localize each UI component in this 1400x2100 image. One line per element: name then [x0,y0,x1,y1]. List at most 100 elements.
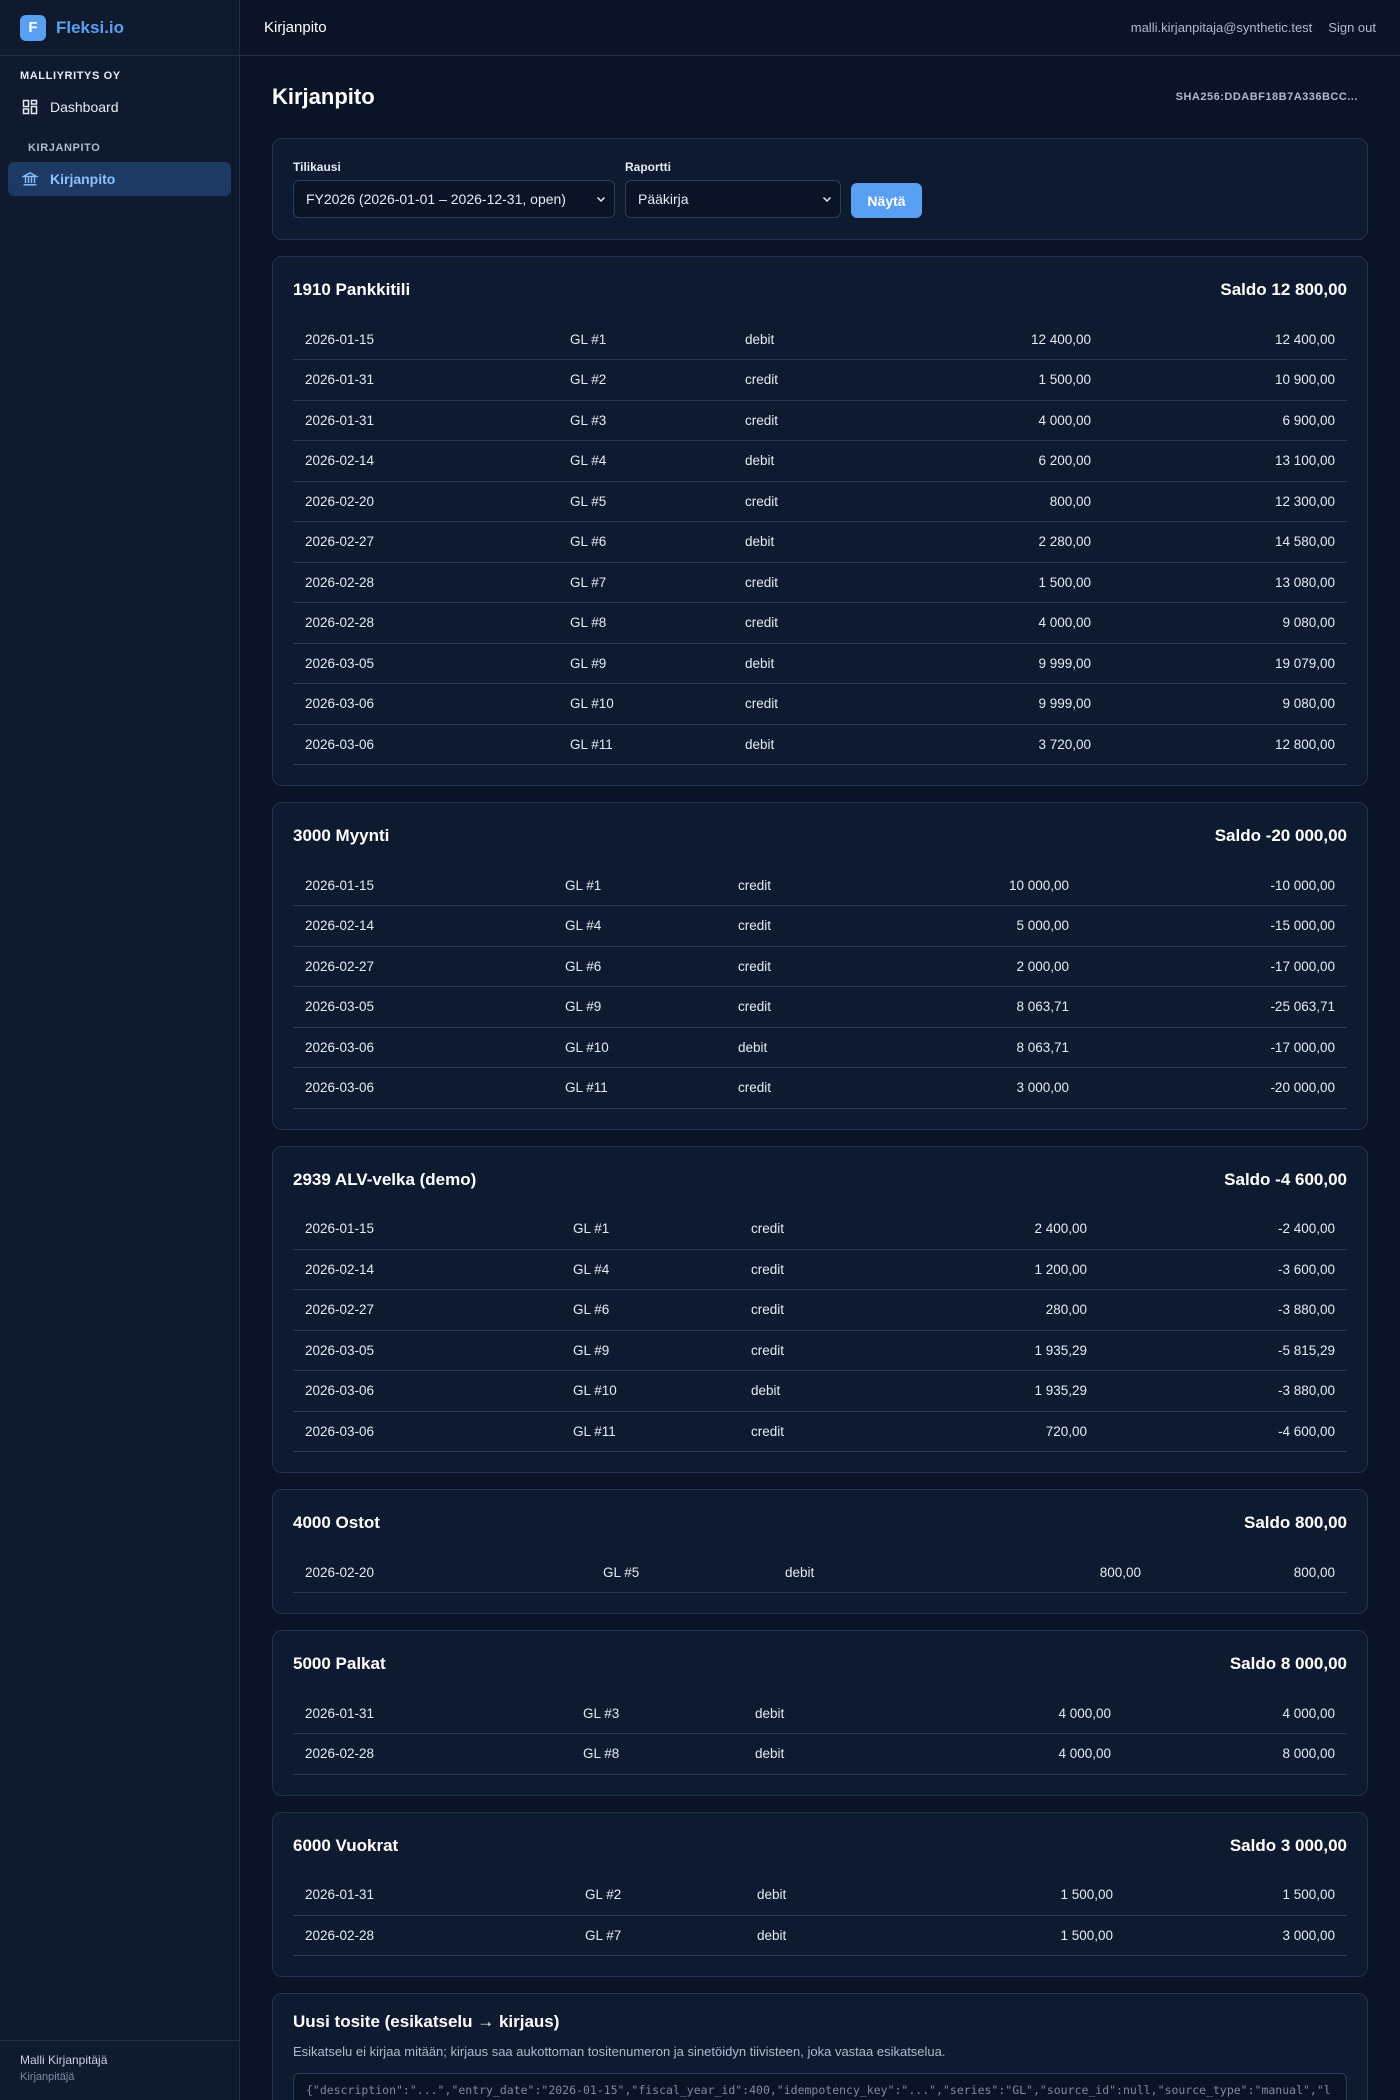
voucher-number[interactable]: GL #9 [561,1330,739,1371]
voucher-number[interactable]: GL #2 [573,1874,745,1916]
entry-side: credit [739,1330,899,1371]
table-row: 2026-02-27 GL #6 debit 2 280,00 14 580,00 [293,521,1347,563]
account-saldo: Saldo 800,00 [1243,1513,1347,1532]
sidebar-item-label: Kirjanpito [50,171,116,187]
voucher-number[interactable]: GL #11 [558,724,733,765]
period-label: Tilikausi [293,160,341,174]
entry-side: debit [733,440,893,482]
running-balance: 9 080,00 [1103,602,1347,644]
nav-section-kirjanpito: KIRJANPITO [28,142,101,154]
voucher-number[interactable]: GL #8 [558,602,733,644]
voucher-number[interactable]: GL #3 [571,1693,743,1734]
voucher-number[interactable]: GL #11 [553,1067,726,1109]
entry-amount: 10 000,00 [881,865,1081,906]
voucher-number[interactable]: GL #4 [558,440,733,482]
ledger-accounts: 1910 Pankkitili Saldo 12 800,00 2026-01-15… [272,256,1368,1977]
voucher-number[interactable]: GL #4 [553,905,726,947]
account-card: 4000 Ostot Saldo 800,00 2026-02-20 GL #5 deb… [272,1489,1368,1614]
sidebar-item-kirjanpito[interactable]: Kirjanpito [8,162,231,196]
table-row: 2026-01-15 GL #1 debit 12 400,00 12 400,00 [293,319,1347,360]
voucher-number[interactable]: GL #11 [561,1411,739,1452]
entry-date: 2026-01-31 [293,359,558,401]
entry-date: 2026-01-31 [293,400,558,441]
entry-side: credit [739,1249,899,1290]
table-row: 2026-01-31 GL #3 credit 4 000,00 6 900,00 [293,400,1347,441]
main-content: Kirjanpito SHA256:DDABF18B7A336BCC... Ti… [272,56,1368,2100]
entry-date: 2026-01-15 [293,1208,561,1250]
period-select[interactable]: FY2026 (2026-01-01 – 2026-12-31, open) [293,180,615,218]
entry-date: 2026-02-28 [293,1733,571,1775]
report-select[interactable]: Pääkirja [625,180,841,218]
account-name: 1910 Pankkitili [293,280,411,299]
entry-side: credit [726,986,881,1028]
voucher-number[interactable]: GL #7 [558,562,733,603]
voucher-number[interactable]: GL #6 [553,946,726,987]
entry-amount: 1 200,00 [899,1249,1099,1290]
table-row: 2026-02-27 GL #6 credit 2 000,00 -17 000,00 [293,946,1347,987]
voucher-number[interactable]: GL #8 [571,1733,743,1775]
filter-form: Tilikausi FY2026 (2026-01-01 – 2026-12-3… [272,138,1368,240]
table-row: 2026-02-27 GL #6 credit 280,00 -3 880,00 [293,1289,1347,1331]
voucher-number[interactable]: GL #3 [558,400,733,441]
entry-amount: 1 935,29 [899,1370,1099,1412]
voucher-number[interactable]: GL #2 [558,359,733,401]
account-saldo: Saldo -20 000,00 [1214,826,1347,845]
running-balance: 12 300,00 [1103,481,1347,522]
entry-date: 2026-02-20 [293,1552,591,1593]
running-balance: 1 500,00 [1125,1874,1347,1916]
voucher-number[interactable]: GL #5 [591,1552,773,1593]
entry-amount: 1 500,00 [893,359,1103,401]
account-saldo: Saldo -4 600,00 [1224,1169,1347,1189]
voucher-number[interactable]: GL #1 [553,865,726,906]
voucher-number[interactable]: GL #10 [561,1370,739,1412]
running-balance: 8 000,00 [1123,1733,1347,1775]
entry-json-input[interactable]: {"description":"...","entry_date":"2026-… [293,2073,1347,2100]
voucher-number[interactable]: GL #10 [558,683,733,725]
entry-date: 2026-03-06 [293,1067,553,1109]
ledger-table: 2026-01-15 GL #1 credit 10 000,00 -10 000,00… [293,865,1347,1109]
account-card: 1910 Pankkitili Saldo 12 800,00 2026-01-15… [272,256,1368,786]
entry-side: credit [733,683,893,725]
table-row: 2026-02-28 GL #7 credit 1 500,00 13 080,00 [293,562,1347,603]
running-balance: 12 400,00 [1103,319,1347,360]
voucher-number[interactable]: GL #6 [561,1289,739,1331]
entry-date: 2026-03-05 [293,643,558,684]
entry-amount: 5 000,00 [881,905,1081,947]
running-balance: -5 815,29 [1099,1330,1347,1371]
voucher-number[interactable]: GL #9 [558,643,733,684]
voucher-number[interactable]: GL #10 [553,1027,726,1068]
entry-side: credit [733,602,893,644]
sidebar-item-dashboard[interactable]: Dashboard [8,90,231,124]
entry-side: debit [733,521,893,563]
entry-date: 2026-01-31 [293,1693,571,1734]
running-balance: 800,00 [1153,1552,1347,1593]
voucher-number[interactable]: GL #1 [561,1208,739,1250]
running-balance: 4 000,00 [1123,1693,1347,1734]
org-name: MALLIYRITYS OY [20,70,121,82]
voucher-number[interactable]: GL #5 [558,481,733,522]
entry-date: 2026-03-06 [293,724,558,765]
account-card: 6000 Vuokrat Saldo 3 000,00 2026-01-31 GL #… [272,1811,1368,1977]
entry-side: credit [733,481,893,522]
voucher-number[interactable]: GL #1 [558,319,733,360]
running-balance: -3 880,00 [1099,1370,1347,1412]
voucher-number[interactable]: GL #9 [553,986,726,1028]
running-balance: -17 000,00 [1081,1027,1347,1068]
voucher-number[interactable]: GL #4 [561,1249,739,1290]
sidebar: F Fleksi.io MALLIYRITYS OY Dashboard KIR… [0,0,240,2100]
entry-side: debit [745,1874,910,1916]
entry-date: 2026-02-14 [293,905,553,947]
entry-side: debit [733,319,893,360]
entry-side: credit [739,1208,899,1250]
table-row: 2026-02-28 GL #8 debit 4 000,00 8 000,00 [293,1733,1347,1775]
sign-out-link[interactable]: Sign out [1328,20,1376,35]
voucher-number[interactable]: GL #6 [558,521,733,563]
entry-side: credit [733,359,893,401]
show-report-button[interactable]: Näytä [851,183,922,218]
voucher-number[interactable]: GL #7 [573,1915,745,1956]
entry-amount: 9 999,00 [893,643,1103,684]
entry-date: 2026-02-14 [293,1249,561,1290]
brand[interactable]: F Fleksi.io [0,0,239,56]
running-balance: -10 000,00 [1081,865,1347,906]
entry-side: credit [739,1289,899,1331]
